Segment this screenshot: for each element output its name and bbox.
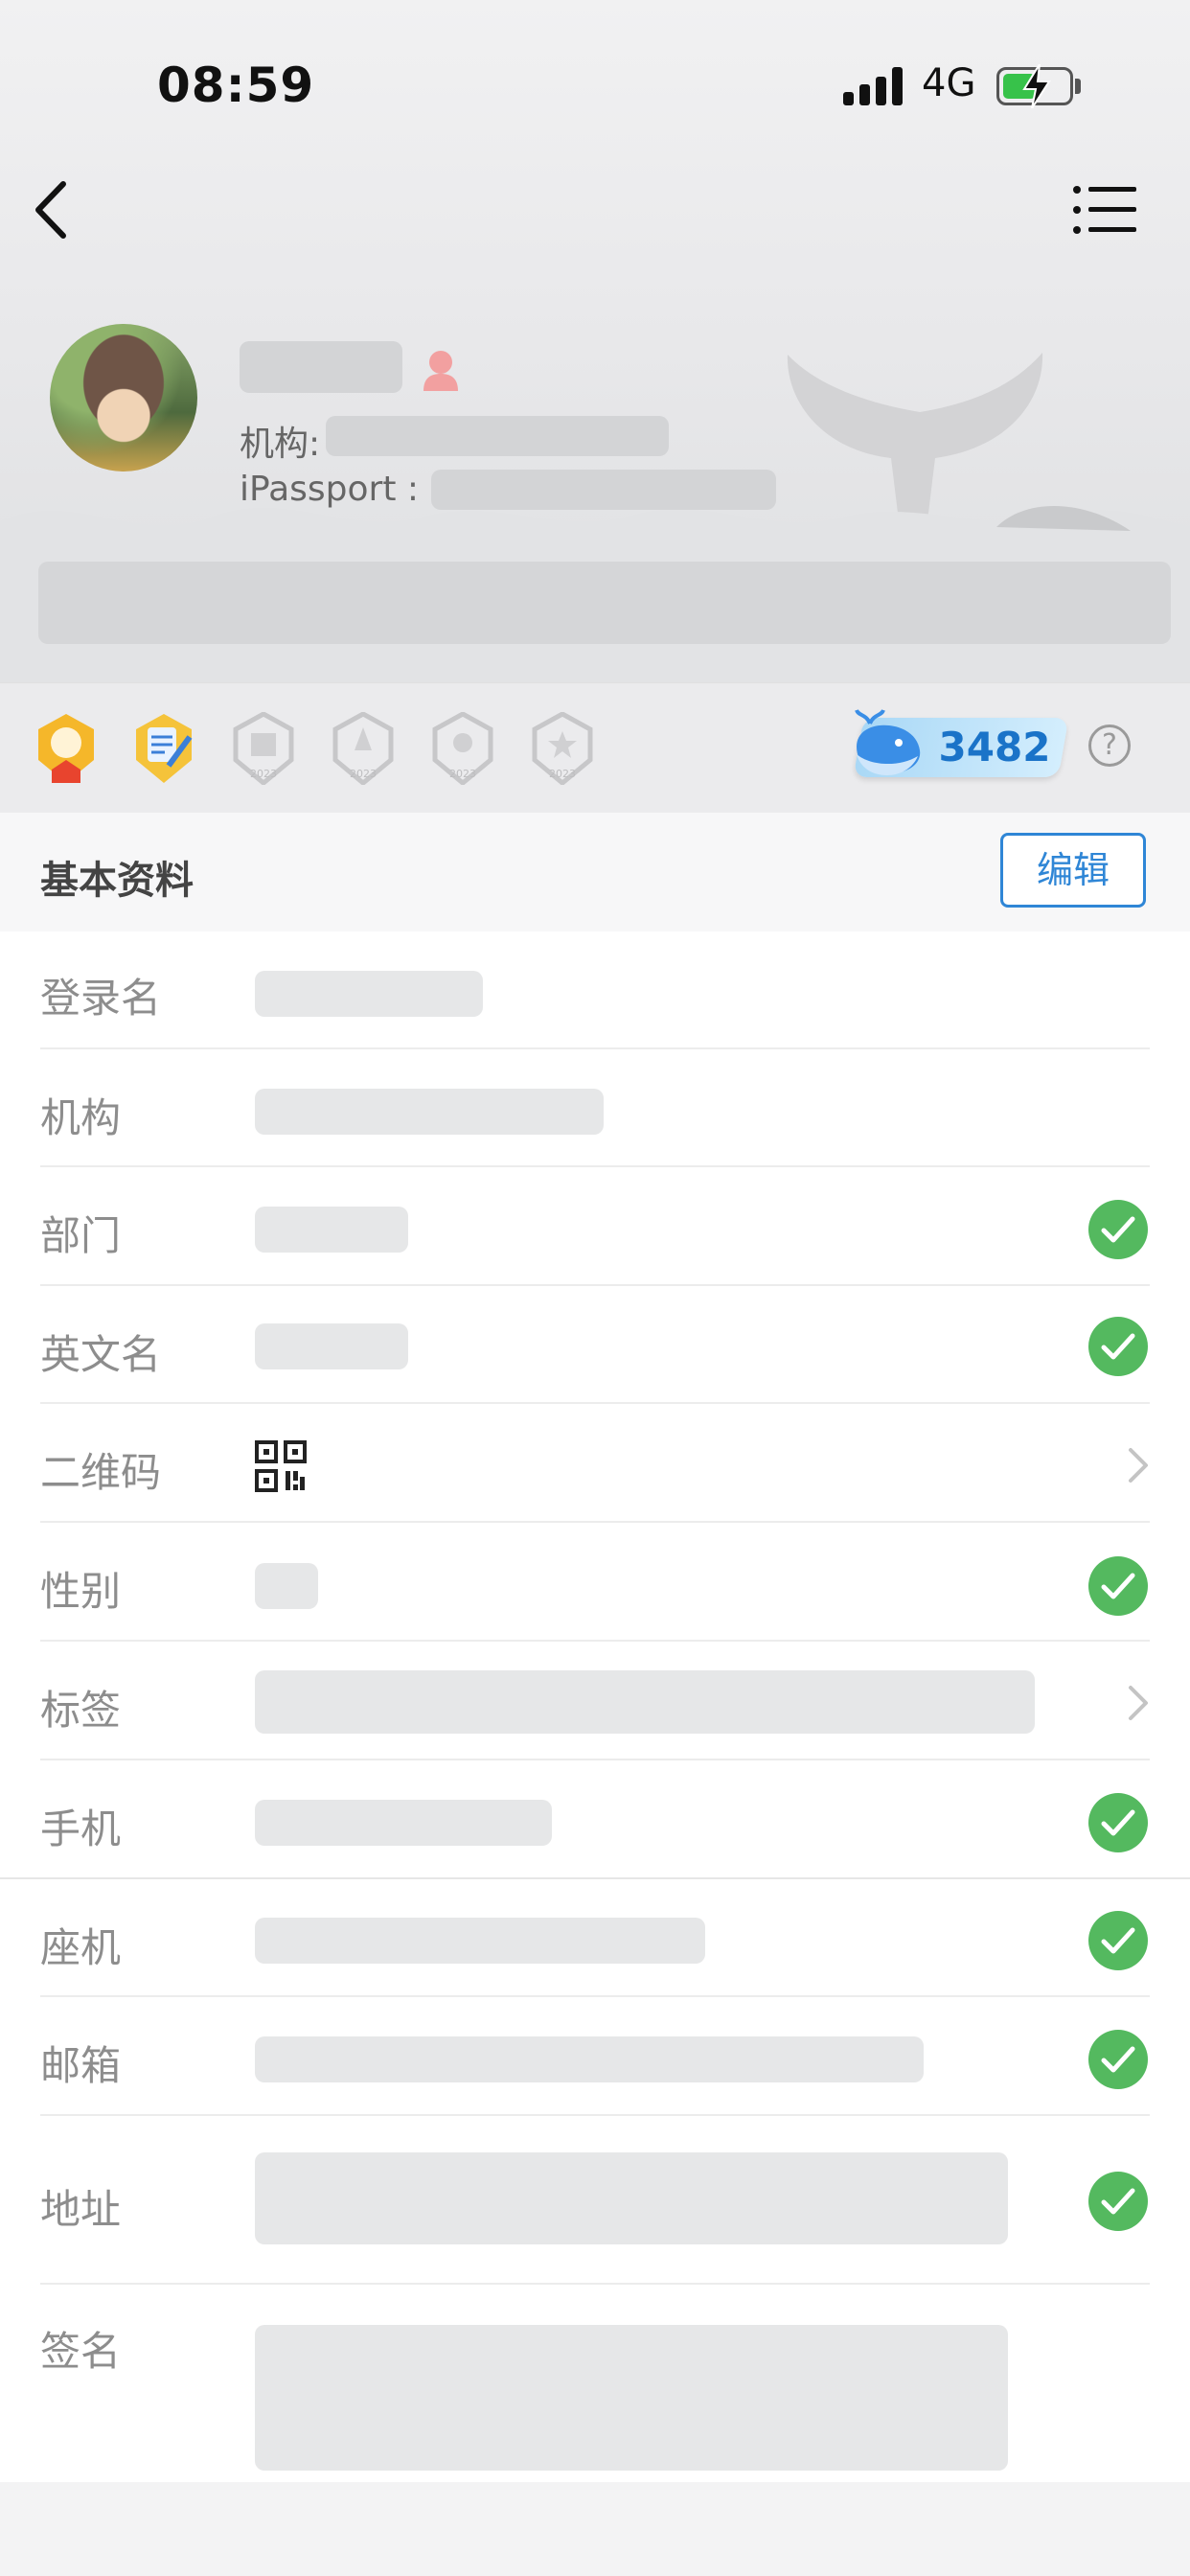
field-label: 二维码 (40, 1449, 162, 1496)
badge-6-icon[interactable]: 2023 (529, 712, 596, 785)
verified-check-icon (1088, 1793, 1148, 1852)
qr-code-icon[interactable] (255, 1440, 307, 1492)
list-icon (1073, 186, 1136, 234)
org-value (326, 416, 669, 456)
badge-4-icon[interactable]: 2023 (330, 712, 397, 785)
field-value (255, 1918, 705, 1964)
field-label: 部门 (40, 1212, 122, 1259)
field-row-gender: 性别 (0, 1523, 1190, 1642)
field-row-signature: 签名 (0, 2285, 1190, 2482)
field-value (255, 1323, 408, 1369)
field-value (255, 2325, 1008, 2471)
field-label: 机构 (40, 1094, 122, 1141)
field-row-email: 邮箱 (0, 1997, 1190, 2116)
field-row-department: 部门 (0, 1167, 1190, 1286)
username-value (240, 341, 402, 393)
battery-icon (996, 64, 1073, 108)
chevron-left-icon (35, 181, 66, 239)
achievement-bar: 2023 2023 2023 2023 3482 ? (0, 682, 1190, 814)
page-footer (0, 2482, 1190, 2576)
field-value (255, 1800, 552, 1846)
svg-text:2023: 2023 (250, 768, 277, 780)
field-row-org: 机构 (0, 1049, 1190, 1167)
field-row-address: 地址 (0, 2116, 1190, 2285)
points-value: 3482 (938, 724, 1051, 770)
signature-banner (38, 562, 1171, 644)
field-label: 标签 (40, 1687, 122, 1734)
field-row-landline: 座机 (0, 1879, 1190, 1997)
ipassport-value (431, 470, 776, 510)
field-label: 英文名 (40, 1331, 162, 1378)
field-label: 性别 (40, 1568, 122, 1615)
back-button[interactable] (29, 178, 75, 242)
field-label: 座机 (40, 1924, 122, 1971)
field-label: 手机 (40, 1806, 122, 1852)
verified-check-icon (1088, 2172, 1148, 2231)
whale-icon (855, 709, 921, 775)
field-row-mobile: 手机 (0, 1760, 1190, 1879)
profile-fields-list: 登录名 机构 部门 英文名 二维码 性别 标签 手机 座机 邮箱 地址 签名 (0, 932, 1190, 2482)
badge-5-icon[interactable]: 2023 (429, 712, 496, 785)
field-value (255, 1207, 408, 1253)
svg-text:2023: 2023 (350, 768, 377, 780)
menu-button[interactable] (1073, 184, 1136, 236)
verified-check-icon (1088, 1317, 1148, 1376)
field-label: 地址 (40, 2186, 122, 2233)
field-value (255, 2152, 1008, 2244)
org-label: 机构: (240, 425, 321, 464)
badge-1-icon[interactable] (33, 712, 100, 785)
field-row-qr-code[interactable]: 二维码 (0, 1404, 1190, 1523)
verified-check-icon (1088, 1911, 1148, 1970)
field-label: 签名 (40, 2328, 122, 2375)
signal-icon (843, 67, 903, 105)
badge-2-icon[interactable] (130, 712, 197, 785)
field-row-english-name: 英文名 (0, 1286, 1190, 1404)
field-value (255, 971, 483, 1017)
badge-3-icon[interactable]: 2023 (230, 712, 297, 785)
basic-info-header: 基本资料 编辑 (0, 813, 1190, 932)
edit-button[interactable]: 编辑 (1000, 833, 1146, 908)
svg-text:2023: 2023 (549, 768, 576, 780)
field-row-tags[interactable]: 标签 (0, 1642, 1190, 1760)
chevron-right-icon (1129, 1686, 1148, 1720)
ipassport-label: iPassport : (240, 470, 420, 509)
field-label: 登录名 (40, 975, 162, 1022)
field-value (255, 2036, 924, 2082)
field-row-login-name: 登录名 (0, 932, 1190, 1049)
section-title: 基本资料 (40, 859, 194, 903)
verified-check-icon (1088, 2030, 1148, 2089)
field-value (255, 1670, 1035, 1734)
status-time: 08:59 (157, 58, 315, 113)
verified-check-icon (1088, 1556, 1148, 1616)
help-icon[interactable]: ? (1088, 724, 1131, 767)
chevron-right-icon (1129, 1448, 1148, 1483)
profile-header: 08:59 4G 机构: iPassport : (0, 0, 1190, 682)
svg-text:2023: 2023 (449, 768, 476, 780)
network-type: 4G (922, 61, 976, 105)
field-value (255, 1089, 604, 1135)
gender-female-icon (423, 351, 458, 391)
avatar[interactable] (50, 324, 197, 472)
field-value (255, 1563, 318, 1609)
field-label: 邮箱 (40, 2042, 122, 2089)
verified-check-icon (1088, 1200, 1148, 1259)
